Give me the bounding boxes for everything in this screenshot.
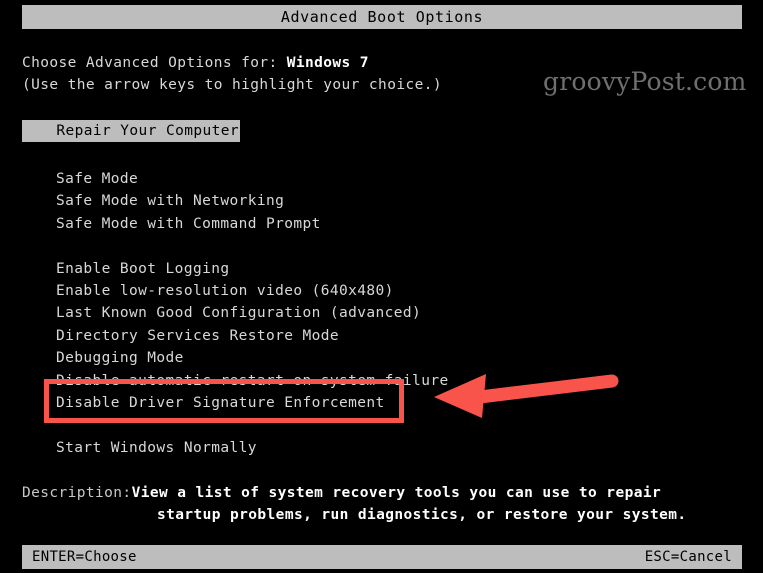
intro-line-2: (Use the arrow keys to highlight your ch… [22,77,442,93]
advanced-boot-options-screen: Advanced Boot Options Choose Advanced Op… [0,0,763,573]
description-text-line-1: View a list of system recovery tools you… [131,485,662,501]
menu-item-repair-your-computer[interactable]: Repair Your Computer [22,120,240,142]
menu-item-debugging-mode[interactable]: Debugging Mode [56,347,449,369]
intro-line-1: Choose Advanced Options for: Windows 7 [22,52,442,74]
description-block: Description:View a list of system recove… [22,482,687,526]
annotation-arrow-icon [434,374,619,418]
menu-item-enable-boot-logging[interactable]: Enable Boot Logging [56,258,449,280]
description-text-line-2: startup problems, run diagnostics, or re… [157,507,687,523]
watermark: groovyPost.com [543,67,747,96]
os-name: Windows 7 [286,55,369,71]
menu-item-safe-mode-with-networking[interactable]: Safe Mode with Networking [56,190,449,212]
menu-group-spacer [56,235,449,257]
description-label: Description: [22,485,132,501]
annotation-highlight-box [44,379,404,423]
status-bar: ENTER=Choose ESC=Cancel [22,545,742,569]
status-bar-enter-hint: ENTER=Choose [32,549,137,565]
intro-prefix: Choose Advanced Options for: [22,55,287,71]
menu-item-directory-services-restore-mode[interactable]: Directory Services Restore Mode [56,325,449,347]
status-bar-esc-hint: ESC=Cancel [644,549,732,565]
screen-title-bar: Advanced Boot Options [22,5,742,29]
menu-item-start-windows-normally[interactable]: Start Windows Normally [56,437,449,459]
menu-item-enable-low-resolution-video[interactable]: Enable low-resolution video (640x480) [56,280,449,302]
menu-item-last-known-good-configuration[interactable]: Last Known Good Configuration (advanced) [56,302,449,324]
page-title: Advanced Boot Options [280,8,484,26]
menu-item-safe-mode-with-command-prompt[interactable]: Safe Mode with Command Prompt [56,213,449,235]
intro-text: Choose Advanced Options for: Windows 7 (… [22,52,442,96]
description-line-1: Description:View a list of system recove… [22,482,687,504]
menu-item-safe-mode[interactable]: Safe Mode [56,168,449,190]
menu-item-label: Repair Your Computer [56,123,239,139]
